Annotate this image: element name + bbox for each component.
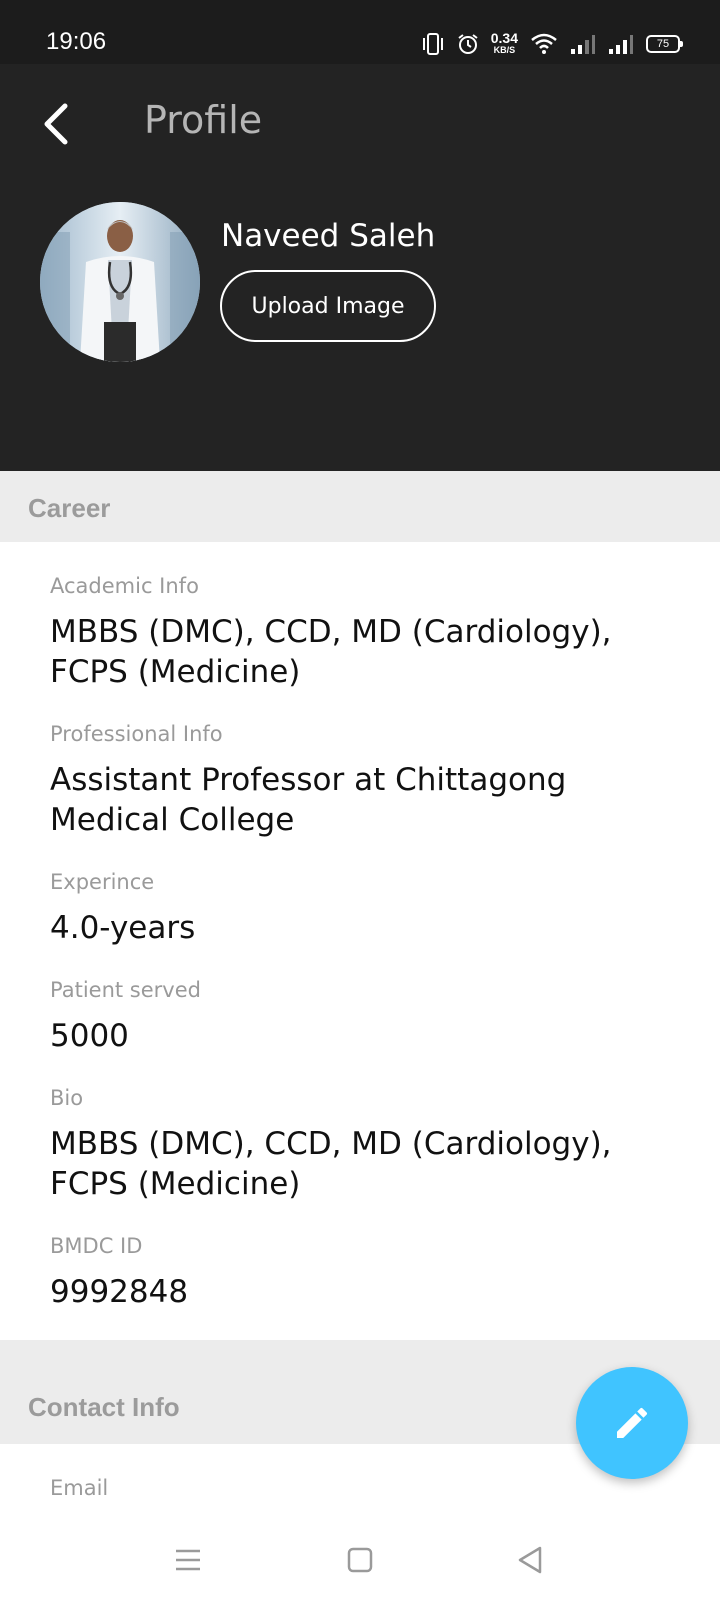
career-section-header: Career	[0, 471, 720, 542]
wifi-icon	[531, 33, 557, 54]
patient-served-value: 5000	[50, 1018, 129, 1054]
chevron-left-icon	[44, 103, 68, 145]
academic-info-value: MBBS (DMC), CCD, MD (Cardiology), FCPS (…	[50, 614, 612, 690]
nav-menu-button[interactable]	[168, 1540, 208, 1580]
professional-info-value: Assistant Professor at Chittagong Medica…	[50, 762, 567, 838]
status-icons: 0.34 KB/S 75	[421, 24, 683, 64]
network-speed: 0.34 KB/S	[490, 30, 518, 56]
status-time: 19:06	[46, 28, 107, 55]
alarm-icon	[458, 34, 478, 54]
bmdc-id-value: 9992848	[50, 1274, 189, 1310]
user-name: Naveed Saleh	[221, 218, 436, 254]
signal-icon-2	[609, 35, 633, 54]
vibrate-icon	[422, 33, 443, 55]
avatar	[40, 202, 200, 362]
experience-value: 4.0-years	[50, 910, 196, 946]
triangle-back-icon	[518, 1546, 542, 1574]
upload-image-button[interactable]: Upload Image	[220, 270, 436, 342]
back-button[interactable]	[36, 94, 76, 154]
signal-icon-1	[571, 35, 595, 54]
doctor-portrait-image	[40, 202, 200, 362]
bio-label: Bio	[50, 1086, 84, 1110]
bio-value: MBBS (DMC), CCD, MD (Cardiology), FCPS (…	[50, 1126, 612, 1202]
pencil-icon	[617, 1407, 648, 1438]
contact-section-title: Contact Info	[28, 1392, 180, 1422]
battery-icon: 75	[646, 35, 683, 53]
edit-profile-button[interactable]	[576, 1367, 688, 1479]
experience-label: Experince	[50, 870, 155, 894]
page-title: Profile	[144, 98, 263, 142]
professional-info-label: Professional Info	[50, 722, 223, 746]
email-label: Email	[50, 1476, 109, 1500]
network-speed-value: 0.34	[490, 30, 518, 46]
network-speed-unit: KB/S	[493, 45, 516, 55]
menu-icon	[176, 1549, 200, 1571]
status-bar: 19:06 0.34 KB/S 75	[0, 0, 720, 64]
profile-header: Profile Naveed Saleh Upload Image	[0, 64, 720, 471]
nav-home-button[interactable]	[340, 1540, 380, 1580]
career-section-title: Career	[28, 493, 111, 523]
patient-served-label: Patient served	[50, 978, 201, 1002]
system-nav-bar	[0, 1520, 720, 1600]
nav-back-button[interactable]	[510, 1540, 550, 1580]
square-icon	[347, 1547, 373, 1573]
bmdc-id-label: BMDC ID	[50, 1234, 143, 1258]
academic-info-label: Academic Info	[50, 574, 199, 598]
